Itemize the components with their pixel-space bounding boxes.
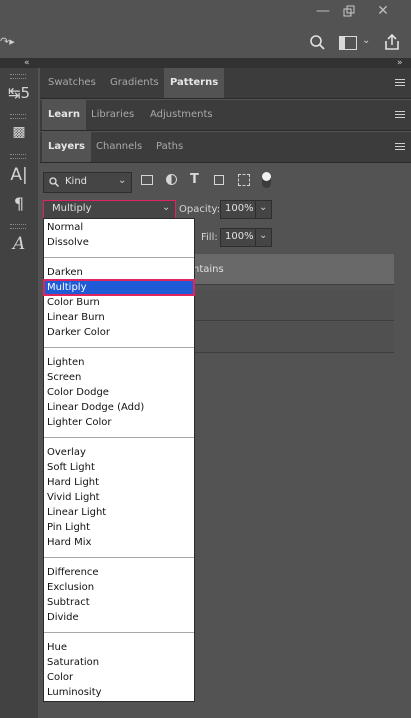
- blend-mode-option[interactable]: Normal: [44, 220, 194, 235]
- panel-collapse-strip: [0, 58, 411, 68]
- opacity-dropdown[interactable]: ⌄: [255, 200, 272, 219]
- grip-icon: [10, 74, 26, 79]
- fill-dropdown[interactable]: ⌄: [255, 228, 272, 247]
- tab-libraries[interactable]: Libraries: [85, 100, 140, 130]
- 3d-icon[interactable]: ▩: [0, 124, 38, 140]
- tab-gradients[interactable]: Gradients: [104, 68, 165, 98]
- glyphs-icon[interactable]: A: [0, 234, 38, 254]
- grip-icon: [10, 224, 26, 229]
- smart-object-filter-icon[interactable]: [238, 174, 250, 186]
- tab-channels[interactable]: Channels: [90, 132, 148, 162]
- layer-filter-select[interactable]: Kind ⌄: [43, 172, 132, 193]
- blend-mode-option[interactable]: Soft Light: [44, 460, 194, 475]
- blend-mode-option[interactable]: Color Dodge: [44, 385, 194, 400]
- tab-layers[interactable]: Layers: [42, 132, 91, 162]
- blend-mode-option[interactable]: Linear Dodge (Add): [44, 400, 194, 415]
- blend-mode-option[interactable]: Dissolve: [44, 235, 194, 250]
- menu-separator: [44, 557, 194, 558]
- blend-mode-option[interactable]: Subtract: [44, 595, 194, 610]
- blend-mode-option[interactable]: Linear Burn: [44, 310, 194, 325]
- blend-mode-option[interactable]: Saturation: [44, 655, 194, 670]
- collapse-right-icon[interactable]: »: [397, 58, 403, 68]
- blend-mode-option[interactable]: Hue: [44, 640, 194, 655]
- blend-mode-option[interactable]: Divide: [44, 610, 194, 625]
- close-icon: ✕: [377, 3, 389, 19]
- blend-mode-option[interactable]: Darken: [44, 265, 194, 280]
- blend-mode-option[interactable]: Lighter Color: [44, 415, 194, 430]
- tab-adjustments[interactable]: Adjustments: [144, 100, 219, 130]
- collapse-left-icon[interactable]: «: [24, 58, 30, 68]
- grip-icon: [10, 114, 26, 119]
- restore-button[interactable]: [336, 0, 362, 22]
- menu-separator: [44, 347, 194, 348]
- tab-learn[interactable]: Learn: [42, 100, 86, 130]
- minimize-button[interactable]: —: [310, 0, 336, 22]
- blend-mode-option[interactable]: Color: [44, 670, 194, 685]
- blend-mode-option[interactable]: Luminosity: [44, 685, 194, 700]
- layer-row[interactable]: ntains: [193, 254, 394, 285]
- character-icon[interactable]: A|: [0, 165, 38, 185]
- chevron-down-icon: ⌄: [118, 175, 127, 186]
- search-icon: [49, 177, 59, 187]
- search-icon[interactable]: [309, 34, 326, 51]
- chevron-down-icon: ⌄: [259, 230, 268, 241]
- blend-mode-option[interactable]: Pin Light: [44, 520, 194, 535]
- panel-menu-icon[interactable]: [395, 141, 405, 151]
- minimize-icon: —: [316, 3, 330, 19]
- menu-separator: [44, 437, 194, 438]
- blend-mode-menu: Normal Dissolve Darken Multiply Color Burn Li…: [43, 218, 195, 702]
- layer-row[interactable]: [193, 290, 394, 321]
- layers-tab-bar: Layers Channels Paths: [40, 132, 411, 163]
- layer-row[interactable]: [193, 322, 394, 353]
- chevron-down-icon[interactable]: ⌄: [362, 35, 370, 46]
- restore-icon: [343, 5, 355, 17]
- filter-kind-label: Kind: [65, 176, 88, 187]
- blend-mode-option[interactable]: Lighten: [44, 355, 194, 370]
- blend-mode-select[interactable]: Multiply ⌄: [43, 200, 176, 219]
- opacity-input[interactable]: 100%: [220, 200, 256, 219]
- chevron-down-icon: ⌄: [162, 202, 171, 213]
- fill-input[interactable]: 100%: [220, 228, 256, 247]
- panel-menu-icon[interactable]: [395, 77, 405, 87]
- swatches-tab-bar: Swatches Gradients Patterns: [40, 68, 411, 99]
- menu-separator: [44, 257, 194, 258]
- blend-mode-option[interactable]: Difference: [44, 565, 194, 580]
- blend-mode-option[interactable]: Multiply: [43, 279, 195, 296]
- layer-row-text: ntains: [193, 264, 224, 275]
- adjustment-filter-icon[interactable]: [166, 174, 177, 185]
- opacity-label: Opacity:: [179, 204, 221, 215]
- blend-mode-option[interactable]: Hard Mix: [44, 535, 194, 550]
- camera-icon[interactable]: ↷▸: [0, 35, 20, 49]
- blend-mode-option[interactable]: Color Burn: [44, 295, 194, 310]
- close-button[interactable]: ✕: [370, 0, 396, 22]
- blend-mode-option[interactable]: Screen: [44, 370, 194, 385]
- fill-label: Fill:: [201, 232, 218, 243]
- share-icon[interactable]: [383, 33, 401, 51]
- blend-mode-option[interactable]: Hard Light: [44, 475, 194, 490]
- workspace-icon[interactable]: [339, 36, 357, 50]
- pixel-filter-icon[interactable]: [141, 175, 153, 185]
- paragraph-icon[interactable]: ¶: [0, 194, 38, 213]
- blend-mode-option[interactable]: Darker Color: [44, 325, 194, 340]
- fill-value: 100%: [225, 231, 254, 242]
- history-icon[interactable]: ↹5: [0, 84, 38, 102]
- blend-mode-option[interactable]: Vivid Light: [44, 490, 194, 505]
- shape-filter-icon[interactable]: [214, 175, 224, 185]
- filter-toggle[interactable]: [262, 172, 271, 188]
- panel-menu-icon[interactable]: [395, 109, 405, 119]
- grip-icon: [10, 154, 26, 159]
- menu-separator: [44, 632, 194, 633]
- tab-patterns[interactable]: Patterns: [164, 68, 225, 98]
- blend-mode-option[interactable]: Overlay: [44, 445, 194, 460]
- blend-mode-value: Multiply: [52, 203, 92, 214]
- tab-paths[interactable]: Paths: [150, 132, 189, 162]
- blend-mode-option[interactable]: Linear Light: [44, 505, 194, 520]
- opacity-value: 100%: [225, 203, 254, 214]
- chevron-down-icon: ⌄: [259, 202, 268, 213]
- tab-swatches[interactable]: Swatches: [42, 68, 102, 98]
- blend-mode-option[interactable]: Exclusion: [44, 580, 194, 595]
- learn-tab-bar: Learn Libraries Adjustments: [40, 100, 411, 131]
- type-filter-icon[interactable]: T: [190, 172, 199, 187]
